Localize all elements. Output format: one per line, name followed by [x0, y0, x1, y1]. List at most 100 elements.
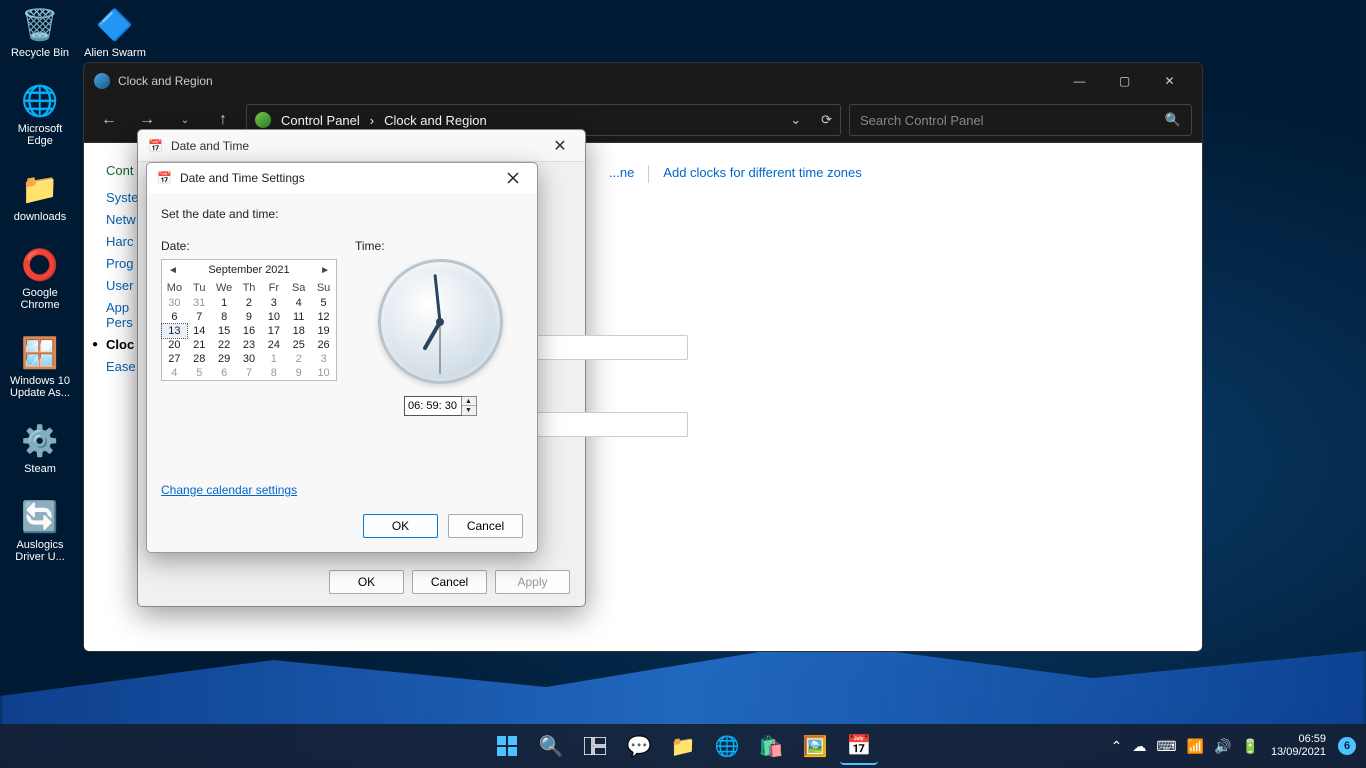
cal-day[interactable]: 1: [212, 296, 237, 310]
cal-day[interactable]: 2: [286, 352, 311, 366]
cal-day[interactable]: 13: [162, 324, 187, 338]
cal-day[interactable]: 16: [237, 324, 262, 338]
cal-day[interactable]: 31: [187, 296, 212, 310]
cal-day[interactable]: 17: [261, 324, 286, 338]
taskbar-chat-icon[interactable]: 💬: [620, 727, 658, 765]
cal-day[interactable]: 24: [261, 338, 286, 352]
dts-titlebar[interactable]: 📅 Date and Time Settings: [147, 163, 537, 193]
cal-day[interactable]: 7: [237, 366, 262, 380]
taskbar-store-icon[interactable]: 🛍️: [752, 727, 790, 765]
cal-day[interactable]: 4: [286, 296, 311, 310]
cal-prev-button[interactable]: ◄: [168, 265, 178, 276]
cal-day[interactable]: 2: [237, 296, 262, 310]
cal-day[interactable]: 30: [237, 352, 262, 366]
breadcrumb-root[interactable]: Control Panel: [281, 113, 360, 128]
taskbar-explorer-icon[interactable]: 📁: [664, 727, 702, 765]
tray-cloud-icon[interactable]: ☁: [1132, 738, 1146, 755]
cal-day[interactable]: 3: [311, 352, 336, 366]
cal-day[interactable]: 25: [286, 338, 311, 352]
cal-next-button[interactable]: ►: [320, 265, 330, 276]
minimize-button[interactable]: —: [1057, 66, 1102, 96]
cal-day[interactable]: 9: [237, 310, 262, 324]
cal-day[interactable]: 8: [212, 310, 237, 324]
breadcrumb-leaf[interactable]: Clock and Region: [384, 113, 487, 128]
tray-battery-icon[interactable]: 🔋: [1242, 738, 1259, 755]
time-spinner[interactable]: ▲ ▼: [404, 396, 477, 416]
cal-day[interactable]: 7: [187, 310, 212, 324]
search-input[interactable]: Search Control Panel 🔍: [849, 104, 1192, 136]
cal-day[interactable]: 6: [162, 310, 187, 324]
cal-day[interactable]: 5: [311, 296, 336, 310]
dt-close-button[interactable]: ✕: [545, 136, 575, 156]
dts-cancel-button[interactable]: Cancel: [448, 514, 523, 538]
breadcrumb-drop-icon[interactable]: ⌄: [790, 112, 801, 128]
cal-day[interactable]: 9: [286, 366, 311, 380]
time-input[interactable]: [405, 397, 461, 415]
close-button[interactable]: ✕: [1147, 66, 1192, 96]
taskbar-edge-icon[interactable]: 🌐: [708, 727, 746, 765]
cal-month-year[interactable]: September 2021: [208, 264, 289, 276]
time-down-button[interactable]: ▼: [462, 406, 476, 415]
cp-titlebar[interactable]: Clock and Region — ▢ ✕: [84, 63, 1202, 98]
time-up-button[interactable]: ▲: [462, 397, 476, 406]
cal-day[interactable]: 1: [261, 352, 286, 366]
cal-day[interactable]: 8: [261, 366, 286, 380]
cal-day[interactable]: 12: [311, 310, 336, 324]
desktop-icon-0[interactable]: 🗑️Recycle Bin: [5, 5, 75, 59]
change-calendar-link[interactable]: Change calendar settings: [161, 483, 297, 497]
desktop-icon-1[interactable]: 🔷Alien Swarm: [80, 5, 150, 59]
refresh-icon[interactable]: ⟳: [821, 112, 832, 128]
desktop-icon-7[interactable]: 🔄Auslogics Driver U...: [5, 497, 75, 563]
tray-chevron-icon[interactable]: ⌃: [1111, 738, 1123, 755]
cal-day[interactable]: 20: [162, 338, 187, 352]
dts-close-button[interactable]: [499, 164, 527, 192]
desktop-icon-3[interactable]: 📁downloads: [5, 169, 75, 223]
desktop-icon-5[interactable]: 🪟Windows 10 Update As...: [5, 333, 75, 399]
cal-day[interactable]: 10: [261, 310, 286, 324]
dts-heading: Set the date and time:: [161, 207, 523, 221]
start-button[interactable]: [488, 727, 526, 765]
tray-wifi-icon[interactable]: 📶: [1187, 738, 1204, 755]
cal-day[interactable]: 18: [286, 324, 311, 338]
cal-day[interactable]: 19: [311, 324, 336, 338]
task-view-icon[interactable]: [576, 727, 614, 765]
nav-back-button[interactable]: ←: [94, 105, 124, 135]
cal-day[interactable]: 28: [187, 352, 212, 366]
tray-sound-icon[interactable]: 🔊: [1214, 738, 1231, 755]
cal-day[interactable]: 26: [311, 338, 336, 352]
cal-day[interactable]: 21: [187, 338, 212, 352]
desktop-icon-2[interactable]: 🌐Microsoft Edge: [5, 81, 75, 147]
cal-day[interactable]: 29: [212, 352, 237, 366]
link-add-clocks[interactable]: Add clocks for different time zones: [663, 165, 861, 183]
maximize-button[interactable]: ▢: [1102, 66, 1147, 96]
cal-day[interactable]: 23: [237, 338, 262, 352]
dt-ok-button[interactable]: OK: [329, 570, 404, 594]
cal-day[interactable]: 4: [162, 366, 187, 380]
taskbar-datetime-icon[interactable]: 📅: [840, 727, 878, 765]
desktop-icon-glyph: ⚙️: [20, 421, 60, 461]
tray-keyboard-icon[interactable]: ⌨: [1156, 738, 1176, 755]
cal-day[interactable]: 11: [286, 310, 311, 324]
taskbar-app1-icon[interactable]: 🖼️: [796, 727, 834, 765]
cal-day[interactable]: 30: [162, 296, 187, 310]
desktop-icon-4[interactable]: ⭕Google Chrome: [5, 245, 75, 311]
cal-day[interactable]: 22: [212, 338, 237, 352]
cal-day[interactable]: 27: [162, 352, 187, 366]
link-change-timezone[interactable]: ...ne: [609, 165, 634, 183]
dt-cancel-button[interactable]: Cancel: [412, 570, 487, 594]
cal-day[interactable]: 15: [212, 324, 237, 338]
desktop-icon-6[interactable]: ⚙️Steam: [5, 421, 75, 475]
notification-badge[interactable]: 6: [1338, 737, 1356, 755]
cal-day-head: Su: [311, 280, 336, 296]
cal-day[interactable]: 6: [212, 366, 237, 380]
cal-day[interactable]: 10: [311, 366, 336, 380]
cal-day[interactable]: 3: [261, 296, 286, 310]
cal-day[interactable]: 14: [187, 324, 212, 338]
cal-day[interactable]: 5: [187, 366, 212, 380]
search-icon[interactable]: 🔍: [1165, 112, 1181, 128]
taskbar-search-icon[interactable]: 🔍: [532, 727, 570, 765]
taskbar-clock[interactable]: 06:59 13/09/2021: [1271, 733, 1326, 759]
system-tray[interactable]: ⌃ ☁ ⌨ 📶 🔊 🔋: [1111, 738, 1259, 755]
dt-titlebar[interactable]: 📅 Date and Time ✕: [138, 130, 585, 162]
dts-ok-button[interactable]: OK: [363, 514, 438, 538]
